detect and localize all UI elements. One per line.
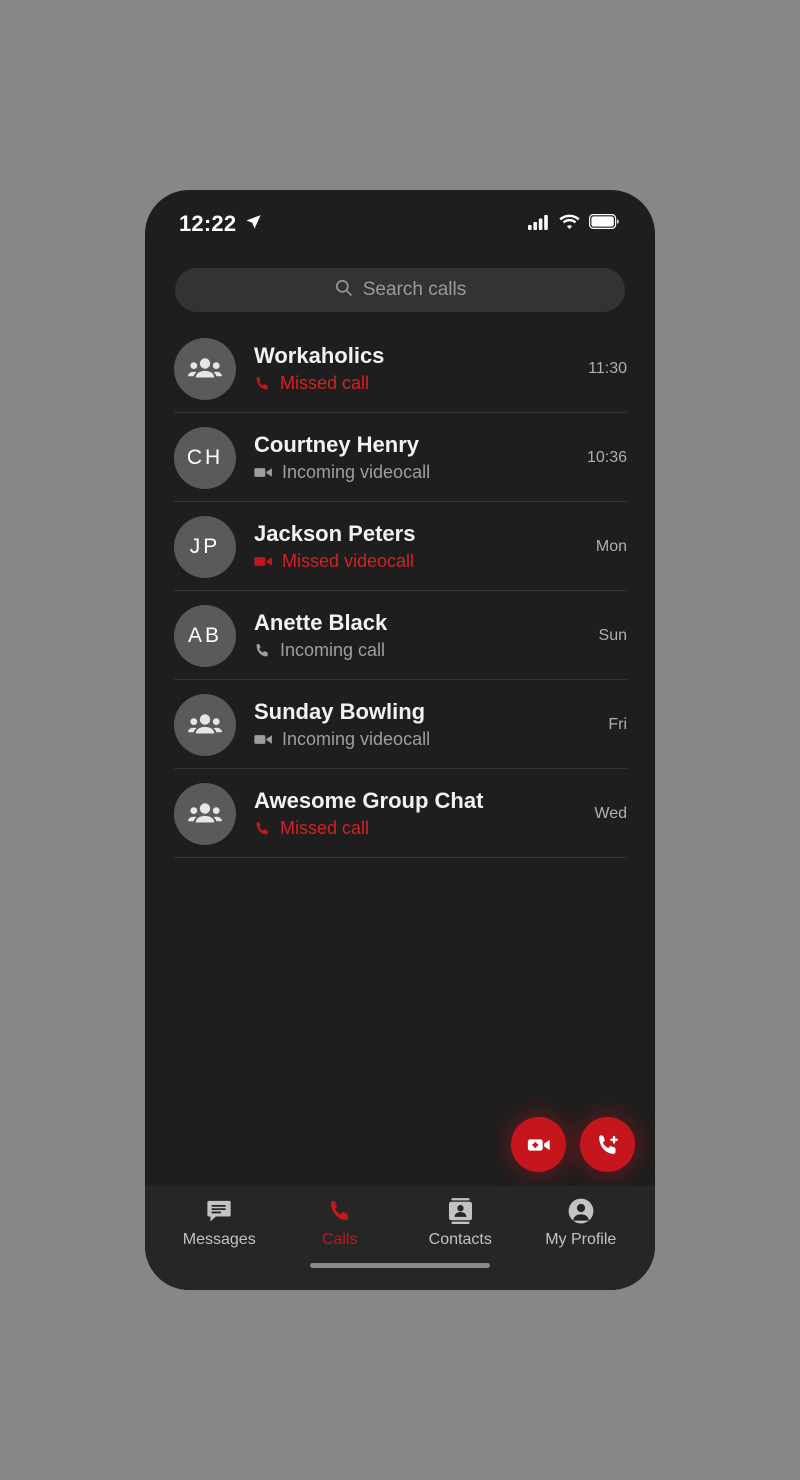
call-row-texts: Anette Black Incoming call	[236, 610, 587, 661]
call-row[interactable]: CH Courtney Henry Incoming videocall 10:36	[145, 413, 655, 502]
avatar-initials: CH	[174, 426, 236, 489]
location-arrow-icon	[245, 213, 262, 235]
call-contact-name: Courtney Henry	[254, 432, 420, 457]
status-time: 12:22	[179, 211, 237, 236]
nav-items-container: Messages Calls Contacts My Profile	[145, 1198, 655, 1249]
call-row[interactable]: AB Anette Black Incoming call Sun	[145, 591, 655, 680]
call-row[interactable]: JP Jackson Peters Missed videocall Mon	[145, 502, 655, 591]
screenshot-stage: 12:22 Search calls Workaholics Missed ca…	[0, 0, 800, 1480]
cellular-signal-icon	[528, 214, 550, 235]
status-bar: 12:22	[145, 190, 655, 258]
call-status: Missed videocall	[254, 551, 584, 572]
call-status: Missed call	[254, 373, 576, 394]
call-timestamp: Fri	[608, 715, 627, 733]
call-status-label: Missed call	[280, 373, 370, 393]
call-rows-container: Workaholics Missed call 11:30 CH Courtney He…	[145, 324, 655, 858]
call-row[interactable]: Workaholics Missed call 11:30	[145, 324, 655, 413]
group-avatar-icon	[174, 337, 236, 400]
nav-item-label: My Profile	[545, 1231, 617, 1248]
avatar-initials: JP	[174, 515, 236, 578]
phone-icon	[254, 642, 271, 659]
nav-item-my-profile[interactable]: My Profile	[526, 1198, 636, 1249]
video-camera-icon	[254, 465, 273, 480]
search-placeholder: Search calls	[362, 279, 467, 300]
bottom-navigation: Messages Calls Contacts My Profile	[145, 1186, 655, 1290]
call-status-label: Missed videocall	[282, 551, 415, 571]
fab-group	[511, 1117, 635, 1172]
chat-bubble-icon	[207, 1198, 232, 1224]
call-contact-name: Anette Black	[254, 610, 388, 635]
call-status-label: Incoming videocall	[282, 729, 431, 749]
search-icon	[334, 278, 353, 302]
search-input[interactable]: Search calls	[175, 268, 625, 312]
battery-full-icon	[589, 214, 619, 234]
call-timestamp: Sun	[598, 626, 627, 644]
call-status-label: Incoming call	[280, 640, 386, 660]
call-row-texts: Awesome Group Chat Missed call	[236, 788, 582, 839]
group-avatar-icon	[174, 782, 236, 845]
call-status: Incoming videocall	[254, 462, 575, 483]
status-bar-left: 12:22	[179, 211, 262, 237]
call-status: Missed call	[254, 818, 582, 839]
video-camera-icon	[254, 554, 273, 569]
nav-item-calls[interactable]: Calls	[285, 1198, 395, 1249]
search-section: Search calls	[145, 258, 655, 324]
call-row[interactable]: Awesome Group Chat Missed call Wed	[145, 769, 655, 858]
nav-item-label: Contacts	[428, 1231, 492, 1248]
phone-icon	[327, 1198, 353, 1224]
call-timestamp: Wed	[594, 804, 627, 822]
call-status-label: Missed call	[280, 818, 370, 838]
nav-item-label: Calls	[321, 1231, 358, 1248]
avatar-initials: AB	[174, 604, 236, 667]
phone-icon	[254, 820, 271, 837]
call-contact-name: Sunday Bowling	[254, 699, 426, 724]
call-row-texts: Jackson Peters Missed videocall	[236, 521, 584, 572]
group-avatar-icon	[174, 693, 236, 756]
new-videocall-button[interactable]	[511, 1117, 566, 1172]
nav-item-messages[interactable]: Messages	[164, 1198, 274, 1249]
call-status: Incoming call	[254, 640, 587, 661]
call-list[interactable]: Workaholics Missed call 11:30 CH Courtney He…	[145, 324, 655, 1186]
phone-frame: 12:22 Search calls Workaholics Missed ca…	[145, 190, 655, 1290]
call-timestamp: Mon	[595, 537, 627, 555]
video-camera-icon	[254, 732, 273, 747]
new-call-button[interactable]	[580, 1117, 635, 1172]
call-row-texts: Sunday Bowling Incoming videocall	[236, 699, 596, 750]
call-timestamp: 11:30	[588, 359, 627, 377]
nav-item-contacts[interactable]: Contacts	[405, 1198, 515, 1249]
call-contact-name: Awesome Group Chat	[254, 788, 484, 813]
phone-icon	[254, 375, 271, 392]
call-timestamp: 10:36	[586, 448, 627, 466]
nav-item-label: Messages	[182, 1231, 256, 1248]
wifi-icon	[559, 214, 580, 235]
call-contact-name: Jackson Peters	[254, 521, 416, 546]
call-row-texts: Courtney Henry Incoming videocall	[236, 432, 575, 483]
user-circle-icon	[568, 1198, 594, 1224]
call-status: Incoming videocall	[254, 729, 596, 750]
status-bar-right	[528, 214, 619, 235]
call-row[interactable]: Sunday Bowling Incoming videocall Fri	[145, 680, 655, 769]
call-row-texts: Workaholics Missed call	[236, 343, 576, 394]
home-indicator[interactable]	[310, 1263, 490, 1268]
call-status-label: Incoming videocall	[282, 462, 431, 482]
call-contact-name: Workaholics	[254, 343, 385, 368]
contact-card-icon	[448, 1198, 472, 1224]
